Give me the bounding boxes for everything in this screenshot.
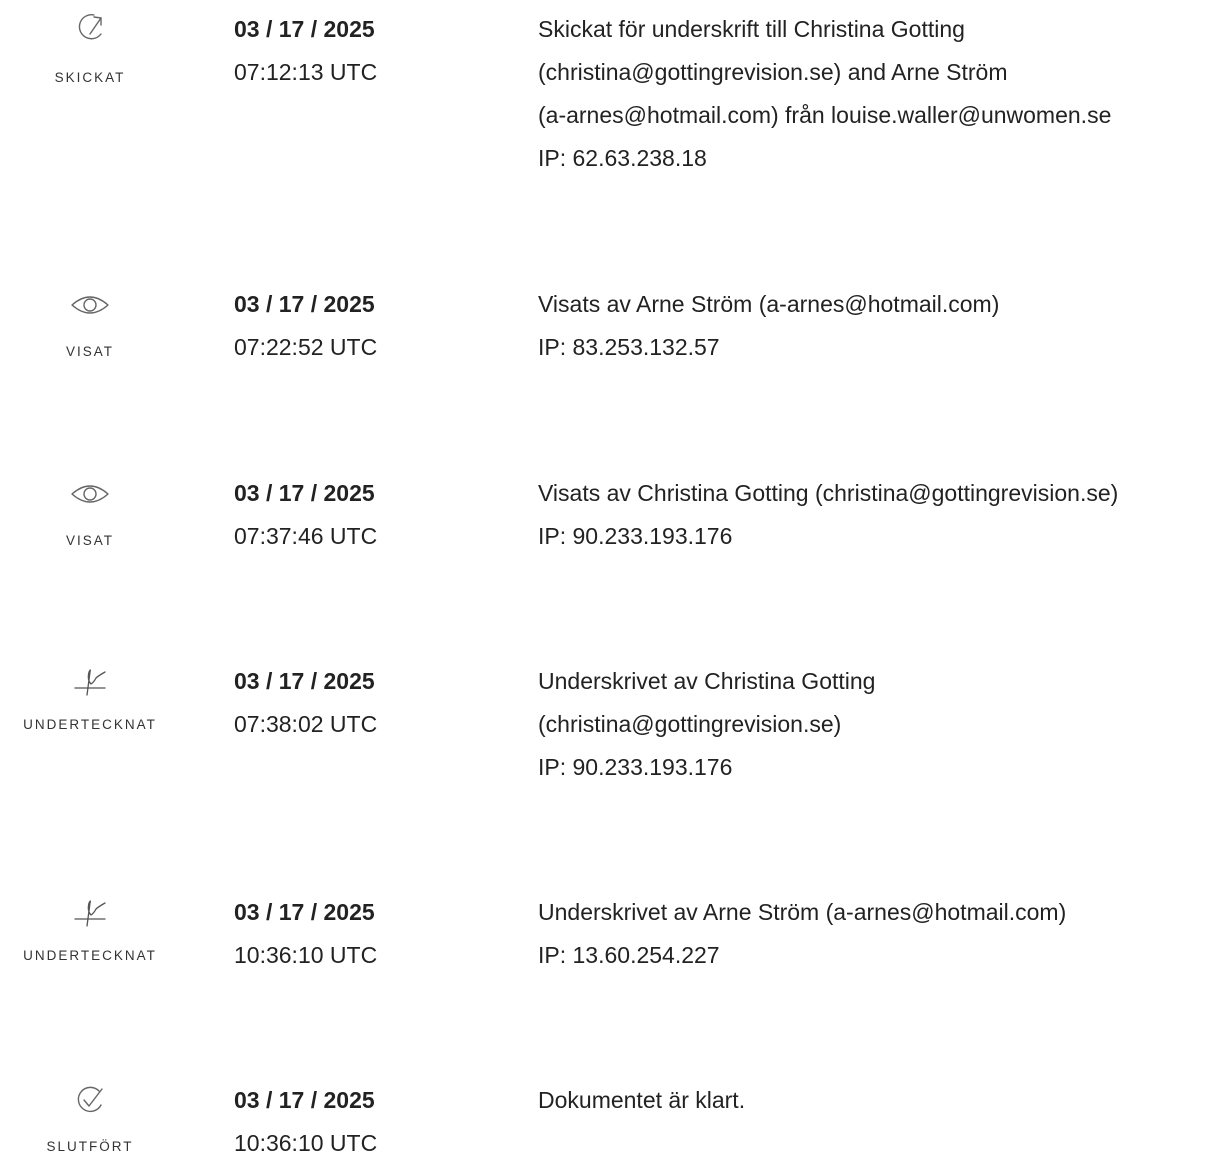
event-description: Underskrivet av Arne Ström (a-arnes@hotm… bbox=[538, 891, 1218, 977]
description-line: Visats av Arne Ström (a-arnes@hotmail.co… bbox=[538, 291, 1000, 317]
timestamp: 03 / 17 / 2025 07:37:46 UTC bbox=[234, 472, 377, 558]
status-label: SLUTFÖRT bbox=[46, 1139, 134, 1154]
check-circle-icon bbox=[68, 1083, 112, 1119]
description-line: IP: 90.233.193.176 bbox=[538, 754, 733, 780]
description-line: IP: 90.233.193.176 bbox=[538, 523, 733, 549]
description-line: (christina@gottingrevision.se) bbox=[538, 711, 842, 737]
timestamp: 03 / 17 / 2025 07:38:02 UTC bbox=[234, 660, 377, 746]
description-line: IP: 62.63.238.18 bbox=[538, 145, 707, 171]
description-line: Dokumentet är klart. bbox=[538, 1087, 746, 1113]
event-description: Visats av Christina Gotting (christina@g… bbox=[538, 472, 1218, 558]
description-line: IP: 83.253.132.57 bbox=[538, 334, 720, 360]
event-time: 07:12:13 UTC bbox=[234, 59, 378, 85]
send-arrow-icon bbox=[68, 10, 112, 46]
signature-icon bbox=[68, 893, 112, 929]
event-description: Underskrivet av Christina Gotting (chris… bbox=[538, 660, 1218, 789]
description-line: Visats av Christina Gotting (christina@g… bbox=[538, 480, 1119, 506]
description-line: Underskrivet av Arne Ström (a-arnes@hotm… bbox=[538, 899, 1067, 925]
timestamp: 03 / 17 / 2025 10:36:10 UTC bbox=[234, 1079, 377, 1165]
status-label: VISAT bbox=[65, 344, 114, 359]
signature-icon bbox=[68, 662, 112, 698]
event-time: 07:22:52 UTC bbox=[234, 334, 378, 360]
event-date: 03 / 17 / 2025 bbox=[234, 1087, 375, 1113]
timestamp: 03 / 17 / 2025 07:12:13 UTC bbox=[234, 8, 377, 94]
event-date: 03 / 17 / 2025 bbox=[234, 291, 375, 317]
event-date: 03 / 17 / 2025 bbox=[234, 668, 375, 694]
eye-icon bbox=[68, 476, 112, 512]
description-line: Skickat för underskrift till Christina G… bbox=[538, 16, 965, 42]
event-date: 03 / 17 / 2025 bbox=[234, 16, 375, 42]
description-line: Underskrivet av Christina Gotting bbox=[538, 668, 876, 694]
description-line: IP: 13.60.254.227 bbox=[538, 942, 720, 968]
event-description: Visats av Arne Ström (a-arnes@hotmail.co… bbox=[538, 283, 1218, 369]
event-time: 10:36:10 UTC bbox=[234, 1130, 378, 1156]
event-time: 07:38:02 UTC bbox=[234, 711, 378, 737]
event-description: Skickat för underskrift till Christina G… bbox=[538, 8, 1218, 180]
event-time: 07:37:46 UTC bbox=[234, 523, 378, 549]
eye-icon bbox=[68, 287, 112, 323]
event-description: Dokumentet är klart. bbox=[538, 1079, 1218, 1122]
event-date: 03 / 17 / 2025 bbox=[234, 899, 375, 925]
status-label: UNDERTECKNAT bbox=[23, 948, 157, 963]
timestamp: 03 / 17 / 2025 10:36:10 UTC bbox=[234, 891, 377, 977]
description-line: (a-arnes@hotmail.com) från louise.waller… bbox=[538, 102, 1112, 128]
event-date: 03 / 17 / 2025 bbox=[234, 480, 375, 506]
timestamp: 03 / 17 / 2025 07:22:52 UTC bbox=[234, 283, 377, 369]
status-label: UNDERTECKNAT bbox=[23, 717, 157, 732]
status-label: VISAT bbox=[65, 533, 114, 548]
event-time: 10:36:10 UTC bbox=[234, 942, 378, 968]
status-label: SKICKAT bbox=[54, 70, 126, 85]
description-line: (christina@gottingrevision.se) and Arne … bbox=[538, 59, 1008, 85]
